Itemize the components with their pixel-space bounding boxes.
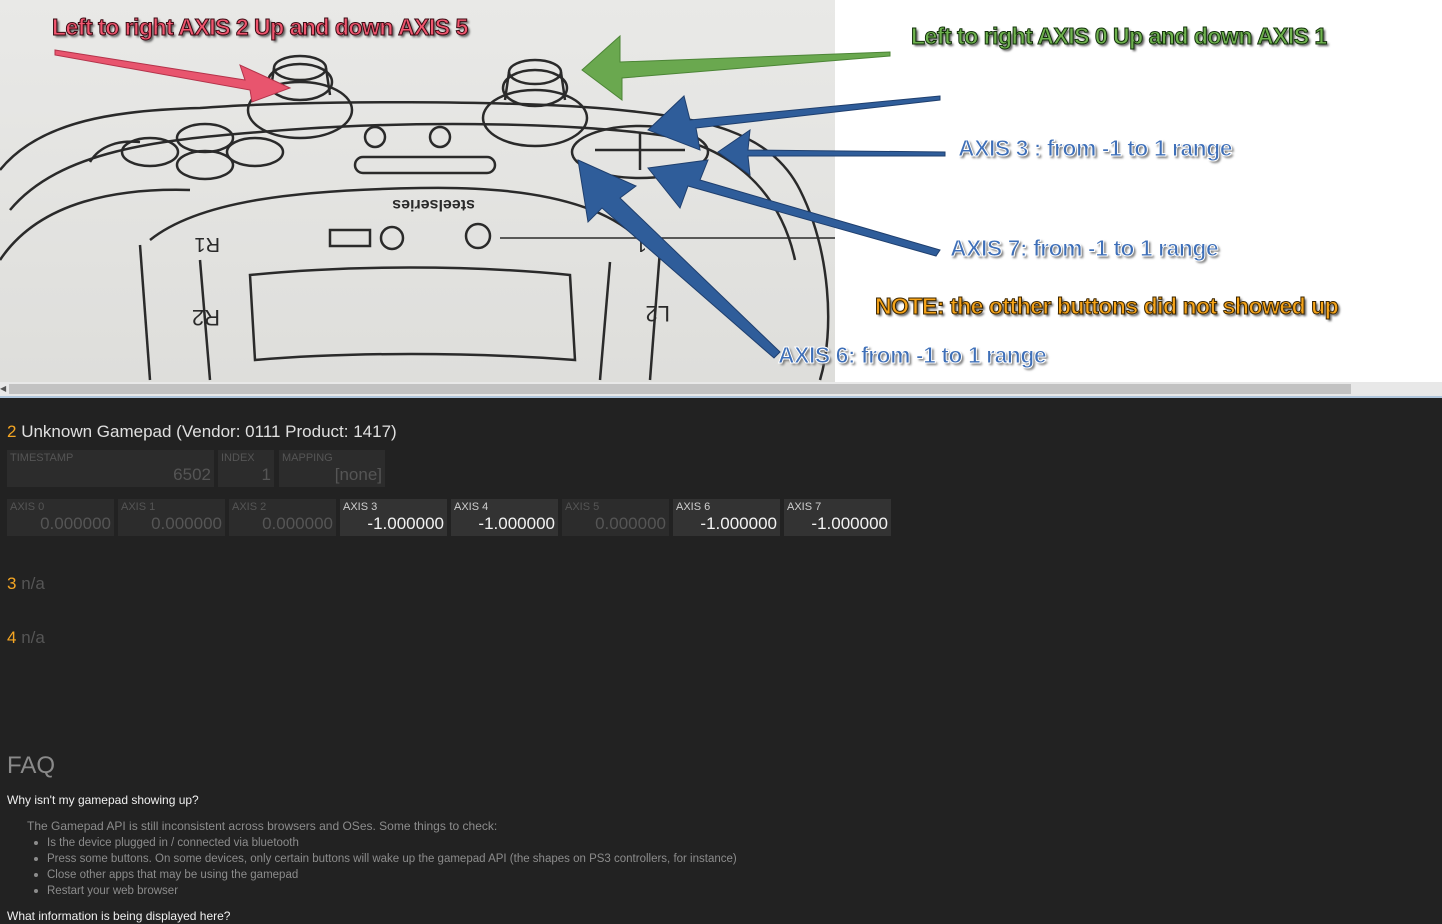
axis-value: -1.000000 bbox=[811, 514, 888, 533]
axis-value: 0.000000 bbox=[262, 514, 333, 533]
list-item: Is the device plugged in / connected via… bbox=[34, 835, 737, 851]
blue-arrow-axis3-upper bbox=[647, 95, 941, 151]
scrollbar-thumb[interactable] bbox=[9, 384, 1351, 394]
red-arrow bbox=[54, 49, 292, 103]
axis-value: -1.000000 bbox=[478, 514, 555, 533]
timestamp-value: 6502 bbox=[173, 465, 211, 484]
index-value: 1 bbox=[261, 465, 271, 484]
list-item: Close other apps that may be using the g… bbox=[34, 867, 737, 883]
axis-value: 0.000000 bbox=[595, 514, 666, 533]
list-item: Restart your web browser bbox=[34, 883, 737, 899]
axis-label: AXIS 2 bbox=[232, 501, 267, 513]
annotated-screenshot: R1 R2 L1 L2 steelseries Left to right AX… bbox=[0, 0, 1442, 382]
mapping-box: MAPPING [none] bbox=[279, 450, 385, 487]
mapping-value: [none] bbox=[334, 465, 382, 484]
axis-label: AXIS 0 bbox=[10, 501, 45, 513]
axis-label: AXIS 1 bbox=[121, 501, 156, 513]
gamepad-slot-4: 4 n/a bbox=[7, 628, 45, 648]
annotation-arrows bbox=[54, 34, 946, 359]
mapping-label: MAPPING bbox=[282, 452, 333, 464]
list-item: Press some buttons. On some devices, onl… bbox=[34, 853, 737, 865]
axis-box-7: AXIS 7 -1.000000 bbox=[784, 499, 891, 536]
axis-label: AXIS 3 bbox=[343, 501, 378, 513]
faq-question-2: What information is being displayed here… bbox=[7, 909, 231, 923]
axis-box-6: AXIS 6 -1.000000 bbox=[673, 499, 780, 536]
faq-answer-intro: The Gamepad API is still inconsistent ac… bbox=[27, 819, 498, 833]
timestamp-label: TIMESTAMP bbox=[10, 452, 74, 464]
timestamp-box: TIMESTAMP 6502 bbox=[7, 450, 214, 487]
axis-label: AXIS 5 bbox=[565, 501, 600, 513]
axis-value: 0.000000 bbox=[151, 514, 222, 533]
gamepad-slot-number: 2 bbox=[7, 422, 17, 441]
gamepad-tester: 2 Unknown Gamepad (Vendor: 0111 Product:… bbox=[0, 398, 1442, 924]
right-stick-annotation: Left to right AXIS 0 Up and down AXIS 1 bbox=[911, 23, 1328, 50]
axis-box-2: AXIS 2 0.000000 bbox=[229, 499, 336, 536]
axis-box-0: AXIS 0 0.000000 bbox=[7, 499, 114, 536]
horizontal-scrollbar[interactable]: ◀ bbox=[0, 382, 1442, 398]
axis-box-5: AXIS 5 0.000000 bbox=[562, 499, 669, 536]
axis-box-1: AXIS 1 0.000000 bbox=[118, 499, 225, 536]
index-label: INDEX bbox=[221, 452, 255, 464]
axis-value: -1.000000 bbox=[700, 514, 777, 533]
axis-value: 0.000000 bbox=[40, 514, 111, 533]
blue-arrow-axis7 bbox=[647, 159, 941, 257]
axis6-annotation: AXIS 6: from -1 to 1 range bbox=[777, 342, 1047, 369]
axis7-annotation: AXIS 7: from -1 to 1 range bbox=[949, 235, 1219, 262]
blue-arrow-axis3-right bbox=[717, 128, 946, 177]
axis-label: AXIS 4 bbox=[454, 501, 489, 513]
axis-box-3: AXIS 3 -1.000000 bbox=[340, 499, 447, 536]
left-stick-annotation: Left to right AXIS 2 Up and down AXIS 5 bbox=[52, 14, 469, 41]
slot-number: 3 bbox=[7, 574, 17, 593]
faq-checklist: Is the device plugged in / connected via… bbox=[34, 835, 737, 899]
green-arrow bbox=[581, 34, 891, 101]
axis-label: AXIS 6 bbox=[676, 501, 711, 513]
axis3-annotation: AXIS 3 : from -1 to 1 range bbox=[957, 135, 1233, 162]
slot-number: 4 bbox=[7, 628, 17, 647]
axis-value: -1.000000 bbox=[367, 514, 444, 533]
axis-box-4: AXIS 4 -1.000000 bbox=[451, 499, 558, 536]
gamepad-title: 2 Unknown Gamepad (Vendor: 0111 Product:… bbox=[7, 422, 397, 442]
slot-status: n/a bbox=[21, 628, 45, 647]
scroll-left-arrow-icon[interactable]: ◀ bbox=[0, 382, 8, 396]
slot-status: n/a bbox=[21, 574, 45, 593]
gamepad-slot-3: 3 n/a bbox=[7, 574, 45, 594]
faq-question-1: Why isn't my gamepad showing up? bbox=[7, 793, 199, 807]
faq-title: FAQ bbox=[7, 752, 56, 779]
axis-label: AXIS 7 bbox=[787, 501, 822, 513]
index-box: INDEX 1 bbox=[218, 450, 274, 487]
gamepad-name: Unknown Gamepad (Vendor: 0111 Product: 1… bbox=[21, 422, 397, 441]
note-annotation: NOTE: the otther buttons did not showed … bbox=[874, 293, 1339, 320]
